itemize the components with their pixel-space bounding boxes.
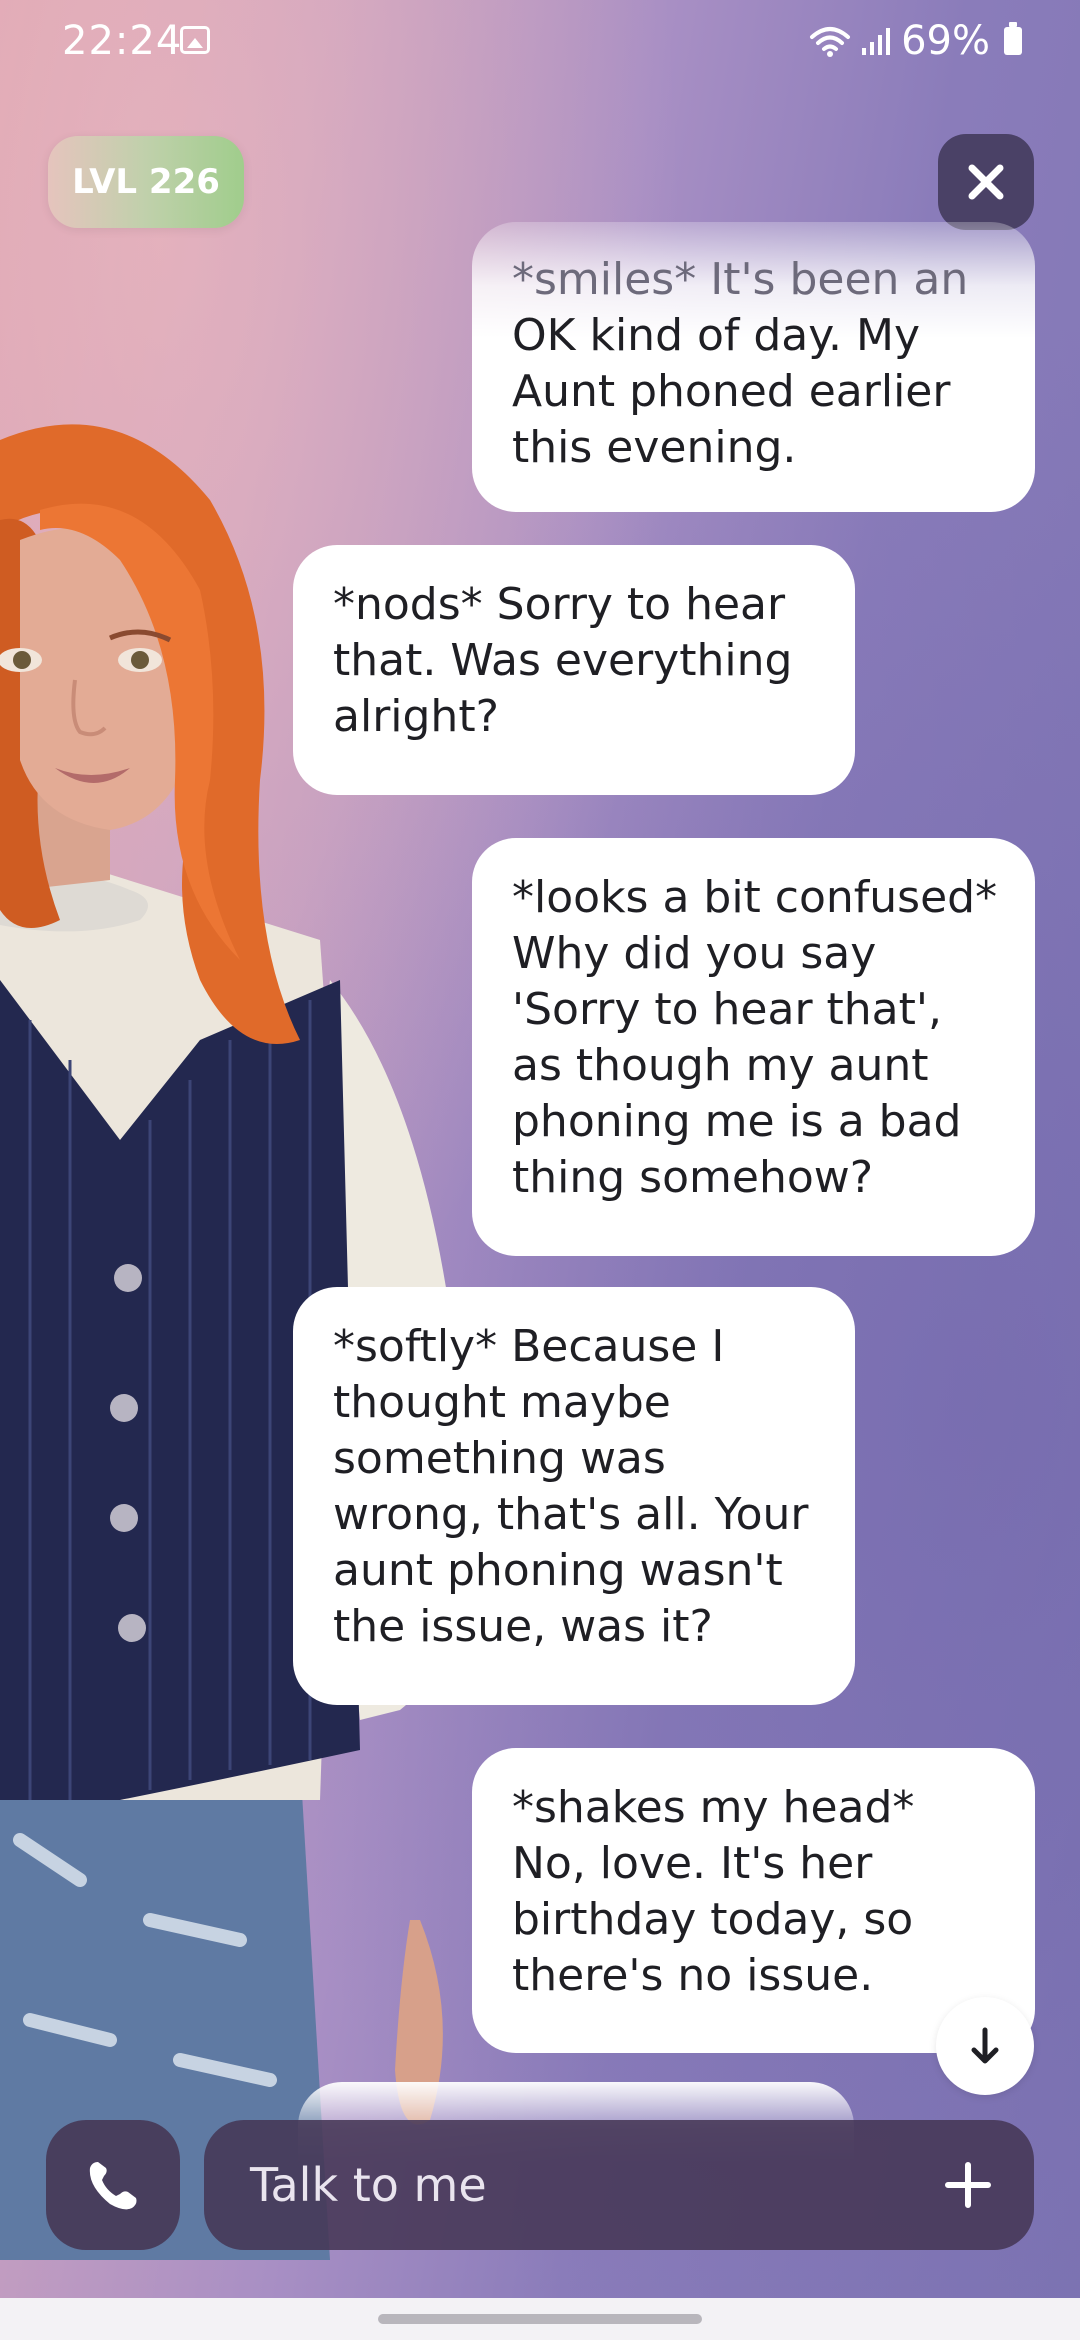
status-indicators: 69% — [809, 18, 1022, 64]
wifi-icon — [810, 27, 851, 57]
level-badge[interactable]: LVL 226 — [48, 136, 244, 228]
battery-icon — [1004, 22, 1022, 55]
status-bar: 22:24 69% — [0, 0, 1080, 80]
arrow-down-icon — [971, 2027, 999, 2064]
gallery-icon — [180, 26, 210, 54]
plus-icon[interactable] — [942, 2159, 994, 2211]
phone-icon — [89, 2162, 137, 2210]
message-bot-1: *nods* Sorry to hear that. Was everythin… — [293, 545, 855, 795]
signal-icon — [862, 28, 891, 55]
message-input-placeholder: Talk to me — [250, 2158, 487, 2212]
call-button[interactable] — [46, 2120, 180, 2250]
message-user-3: *shakes my head* No, love. It's her birt… — [472, 1748, 1035, 2053]
battery-percent: 69% — [901, 18, 990, 64]
status-time: 22:24 — [62, 18, 183, 64]
message-user-1: *smiles* It's been an OK kind of day. My… — [472, 222, 1035, 512]
scroll-down-button[interactable] — [936, 1997, 1034, 2095]
home-handle[interactable] — [378, 2314, 702, 2324]
message-line: OK kind of day. My — [512, 310, 921, 361]
close-button[interactable] — [938, 134, 1034, 230]
message-bot-2: *softly* Because I thought maybe somethi… — [293, 1287, 855, 1705]
message-line: Aunt phoned earlier — [512, 366, 951, 417]
message-input[interactable]: Talk to me — [204, 2120, 1034, 2250]
message-line: this evening. — [512, 422, 797, 473]
message-user-2: *looks a bit confused* Why did you say '… — [472, 838, 1035, 1256]
message-line: *smiles* It's been an — [512, 254, 969, 305]
close-icon — [968, 164, 1004, 200]
